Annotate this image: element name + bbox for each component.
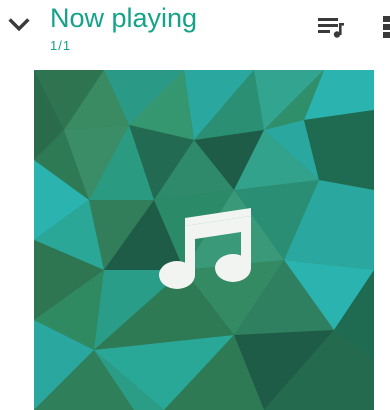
queue-position: 1/1 xyxy=(50,38,72,53)
now-playing-header: Now playing 1/1 xyxy=(0,0,390,66)
music-note-icon xyxy=(159,208,251,289)
queue-button[interactable] xyxy=(314,12,348,42)
album-artwork xyxy=(34,70,374,410)
queue-music-icon xyxy=(318,18,344,38)
chevron-down-icon xyxy=(8,18,30,32)
page-title: Now playing xyxy=(50,3,198,33)
more-options-button[interactable] xyxy=(376,12,390,42)
more-vert-icon xyxy=(383,16,390,38)
collapse-button[interactable] xyxy=(2,8,36,42)
